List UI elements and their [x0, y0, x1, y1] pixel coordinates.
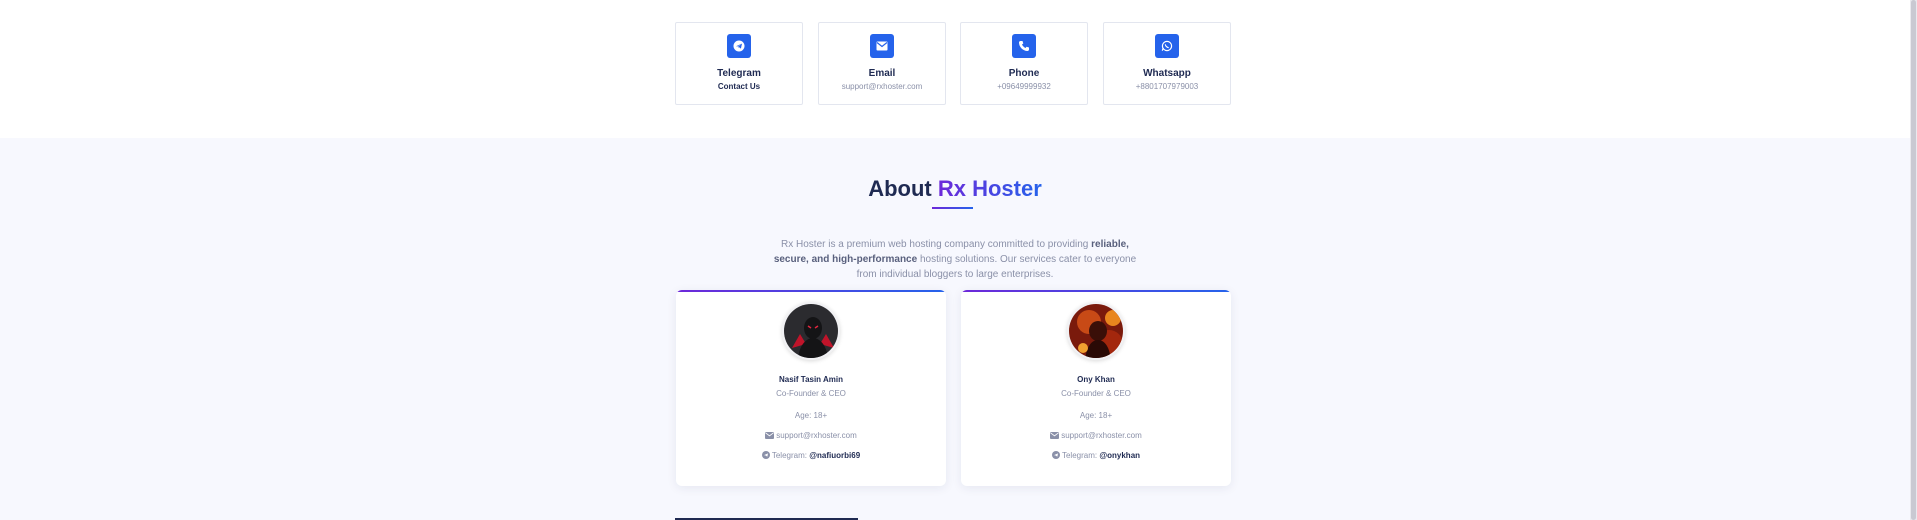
telegram-label: Telegram: [1061, 451, 1098, 460]
member-role: Co-Founder & CEO [1061, 389, 1131, 398]
envelope-icon [870, 34, 894, 58]
member-name: Ony Khan [1077, 375, 1115, 384]
team-card: Nasif Tasin Amin Co-Founder & CEO Age: 1… [676, 290, 946, 486]
about-description: Rx Hoster is a premium web hosting compa… [770, 237, 1140, 282]
member-email[interactable]: support@rxhoster.com [676, 431, 946, 441]
card-accent-bar [961, 290, 1231, 292]
phone-icon [1012, 34, 1036, 58]
card-accent-bar [676, 290, 946, 292]
whatsapp-icon [1155, 34, 1179, 58]
telegram-icon [1051, 451, 1060, 461]
contact-value[interactable]: +8801707979003 [1104, 82, 1230, 91]
heading-underline [932, 207, 973, 209]
avatar [782, 302, 840, 360]
member-role: Co-Founder & CEO [776, 389, 846, 398]
contact-value[interactable]: support@rxhoster.com [819, 82, 945, 91]
about-heading-accent: Rx Hoster [937, 176, 1042, 201]
contact-card-email[interactable]: Email support@rxhoster.com [818, 22, 946, 105]
about-heading: About Rx Hoster [0, 176, 1910, 202]
contact-title: Phone [1008, 68, 1040, 79]
contact-section: Telegram Contact Us Email support@rxhost… [0, 0, 1910, 138]
envelope-icon [1050, 432, 1060, 441]
contact-title: Email [868, 68, 896, 79]
contact-card-phone[interactable]: Phone +09649999932 [960, 22, 1088, 105]
member-telegram[interactable]: Telegram: @onykhan [961, 451, 1231, 461]
member-email[interactable]: support@rxhoster.com [961, 431, 1231, 441]
envelope-icon [765, 432, 775, 441]
contact-value[interactable]: +09649999932 [961, 82, 1087, 91]
about-heading-prefix: About [868, 176, 932, 201]
contact-card-telegram[interactable]: Telegram Contact Us [675, 22, 803, 105]
member-email-text[interactable]: support@rxhoster.com [776, 431, 857, 440]
telegram-icon [761, 451, 770, 461]
telegram-icon [727, 34, 751, 58]
avatar [1067, 302, 1125, 360]
telegram-label: Telegram: [771, 451, 807, 460]
scrollbar-thumb[interactable] [1911, 0, 1916, 520]
member-email-text[interactable]: support@rxhoster.com [1061, 431, 1142, 440]
telegram-handle[interactable]: @nafiuorbi69 [809, 451, 860, 460]
about-desc-text: Rx Hoster is a premium web hosting compa… [781, 239, 1092, 250]
contact-value-link[interactable]: Contact Us [676, 82, 802, 91]
contact-title: Telegram [717, 68, 761, 79]
contact-title: Whatsapp [1143, 68, 1191, 79]
team-card: Ony Khan Co-Founder & CEO Age: 18+ suppo… [961, 290, 1231, 486]
telegram-handle[interactable]: @onykhan [1099, 451, 1140, 460]
member-name: Nasif Tasin Amin [778, 375, 843, 384]
member-telegram[interactable]: Telegram: @nafiuorbi69 [676, 451, 946, 461]
contact-card-whatsapp[interactable]: Whatsapp +8801707979003 [1103, 22, 1231, 105]
member-age: Age: 18+ [794, 411, 828, 420]
vertical-scrollbar[interactable] [1910, 0, 1917, 520]
member-age: Age: 18+ [1079, 411, 1113, 420]
